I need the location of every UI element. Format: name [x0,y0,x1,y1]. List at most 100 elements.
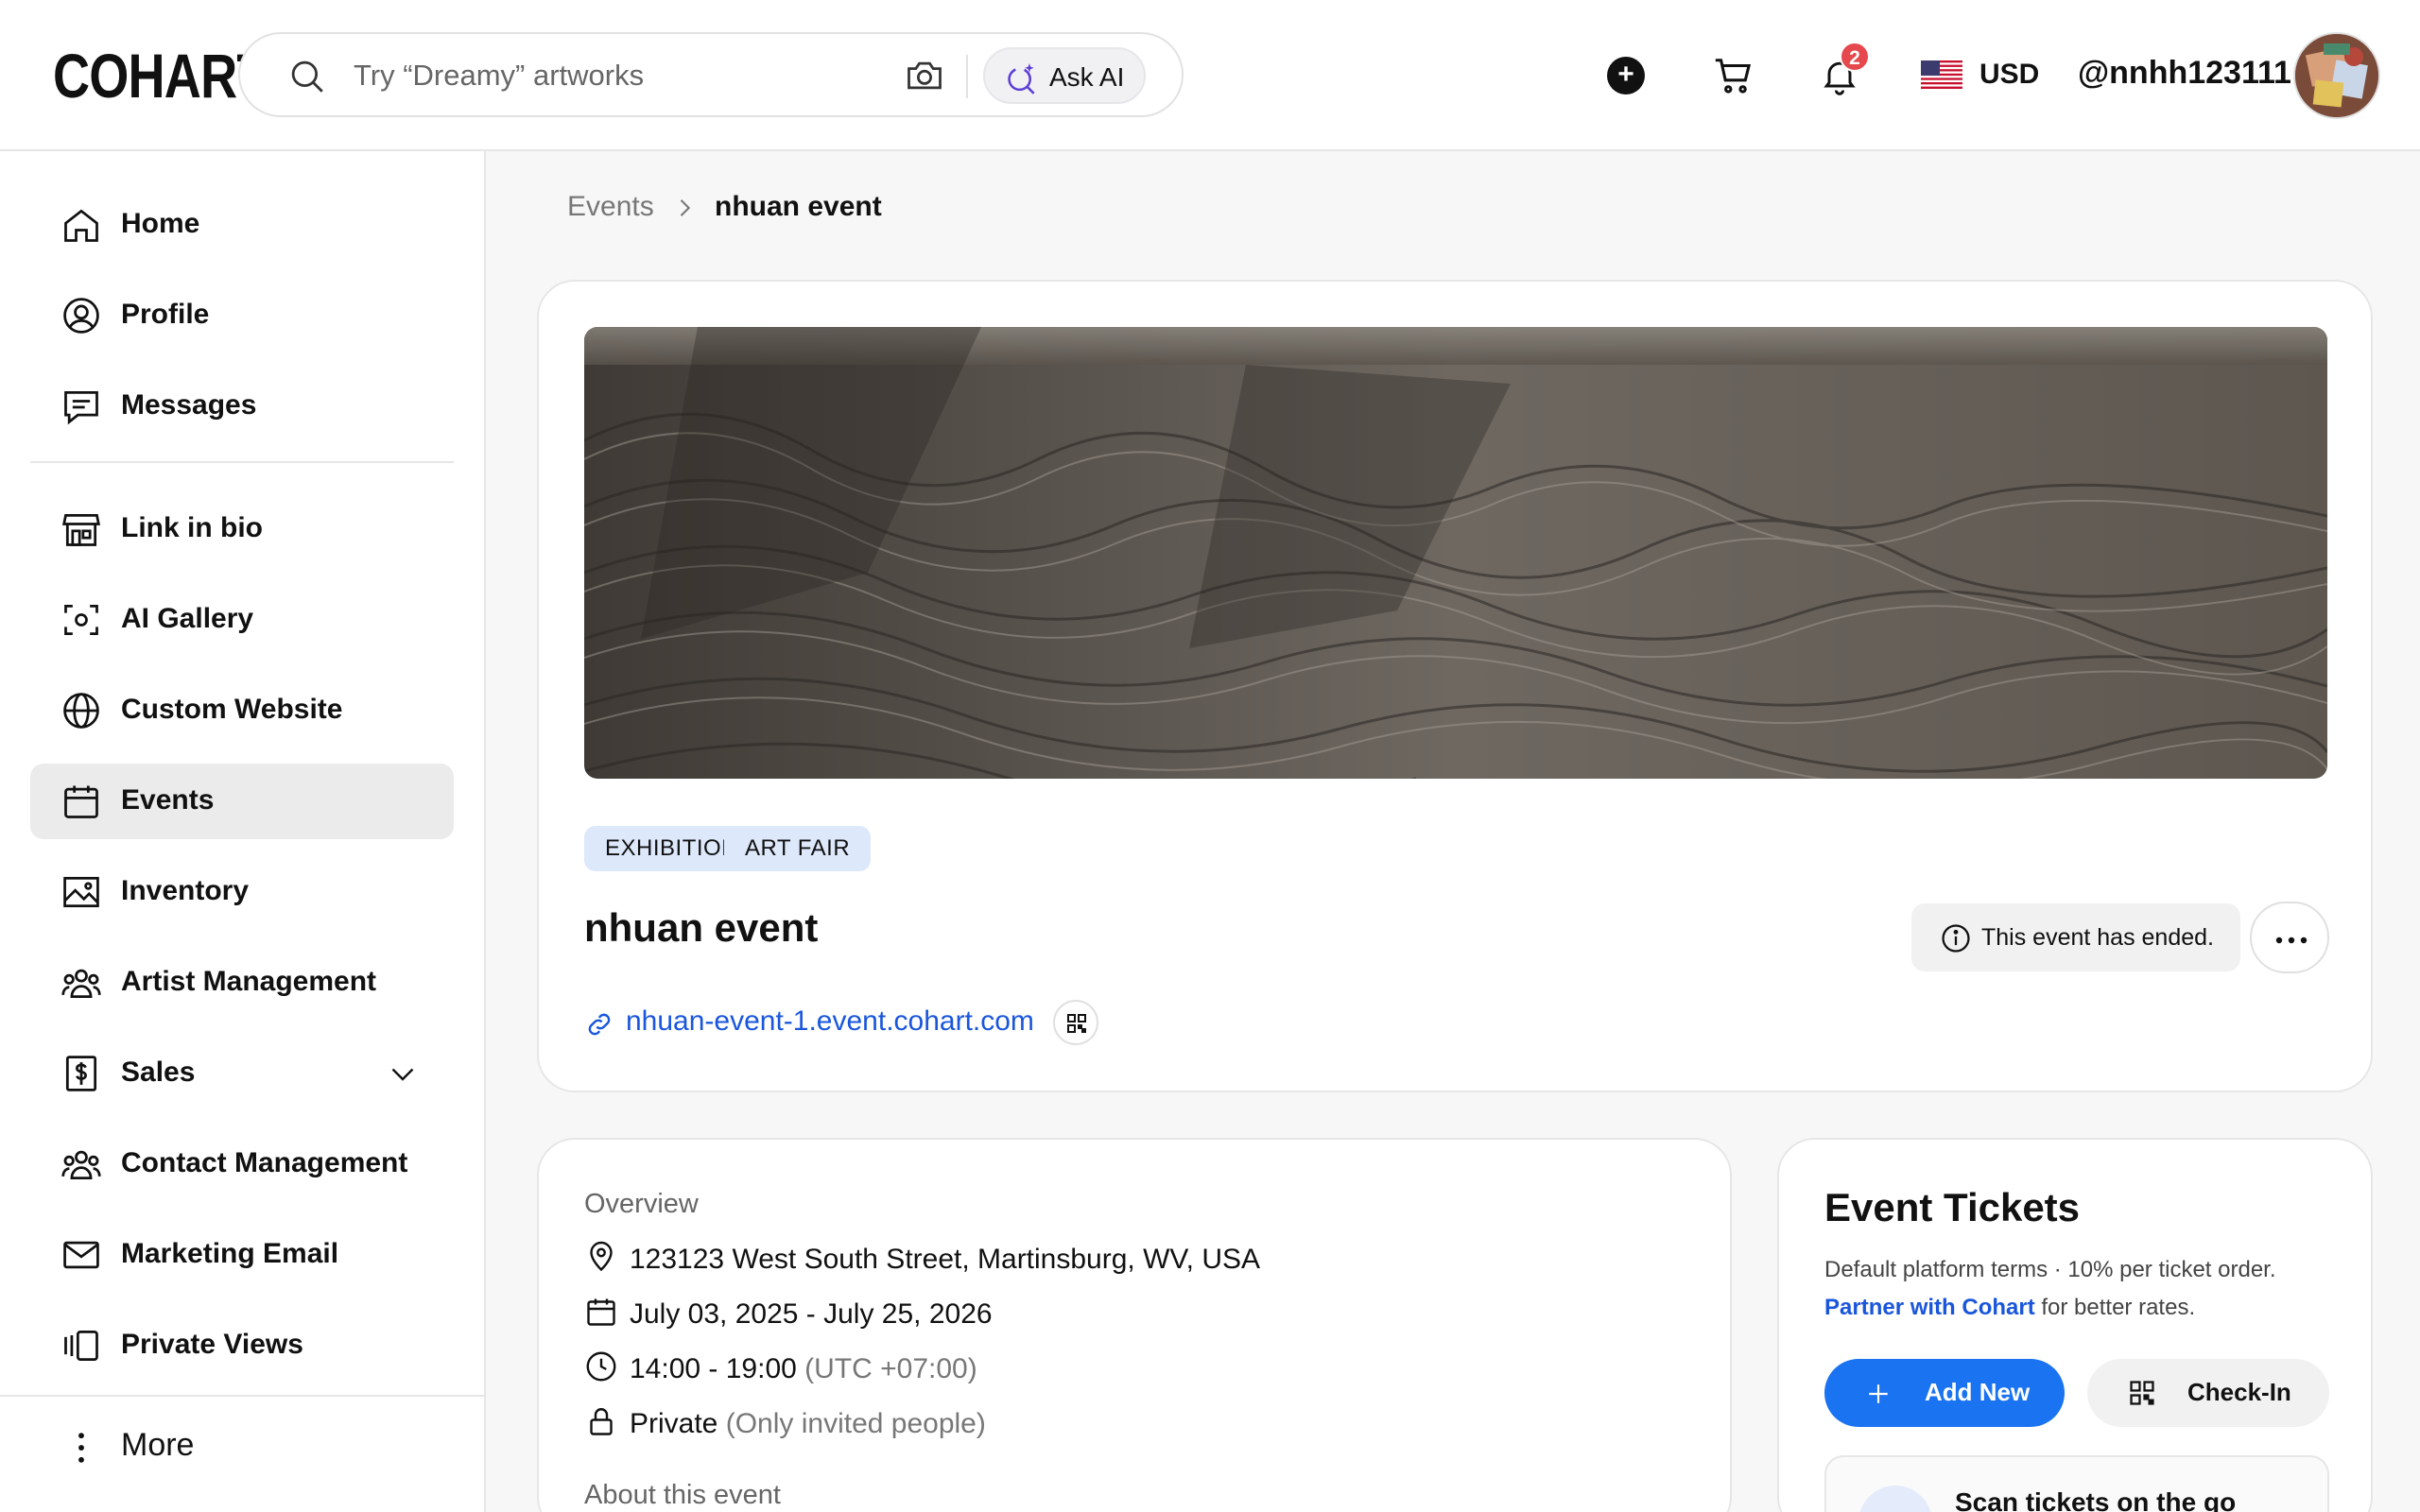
tickets-terms: Default platform terms · 10% per ticket … [1824,1257,2276,1282]
sidebar-item-label: Sales [121,1057,196,1088]
chevron-down-icon[interactable] [386,1057,420,1091]
overview-card: Overview 123123 West South Street, Marti… [537,1138,1732,1512]
location-pin-icon [584,1240,618,1274]
private-views-icon [60,1325,102,1366]
search-bar[interactable]: Try “Dreamy” artworks Ask AI [238,32,1184,117]
event-url-text: nhuan-event-1.event.cohart.com [626,1005,1034,1037]
sidebar-item-private-views[interactable]: Private Views [30,1308,454,1383]
check-in-label: Check-In [2187,1378,2291,1406]
link-icon [584,1009,614,1040]
sidebar-item-link-in-bio[interactable]: Link in bio [30,491,454,567]
sidebar-item-label: Messages [121,389,257,421]
event-visibility: Private (Only invited people) [630,1408,986,1440]
sidebar-item-label: Inventory [121,875,250,906]
ask-ai-button[interactable]: Ask AI [983,47,1146,104]
search-input[interactable]: Try “Dreamy” artworks [354,59,644,93]
sidebar-item-profile[interactable]: Profile [30,278,454,353]
sidebar-item-label: Home [121,208,200,239]
add-new-ticket-button[interactable]: Add New [1824,1359,2065,1427]
breadcrumb-events-link[interactable]: Events [567,191,654,223]
sidebar-divider [30,461,454,463]
sidebar-item-label: Events [121,784,215,816]
sidebar-item-label: Link in bio [121,512,263,543]
lock-icon [584,1404,618,1438]
scan-phone-icon [1858,1486,1932,1512]
qr-code-icon [1066,1013,1087,1034]
event-tickets-card: Event Tickets Default platform terms · 1… [1777,1138,2373,1512]
sidebar-item-label: Marketing Email [121,1238,339,1269]
storefront-icon [60,508,102,550]
top-header: COHART Try “Dreamy” artworks Ask AI + 2 … [0,0,2420,151]
event-dates: July 03, 2025 - July 25, 2026 [630,1298,993,1330]
users-icon [60,962,102,1004]
event-timezone: (UTC +07:00) [804,1353,977,1384]
sidebar-item-ai-gallery[interactable]: AI Gallery [30,582,454,658]
sidebar-item-custom-website[interactable]: Custom Website [30,673,454,748]
more-label: More [121,1427,195,1463]
scan-tickets-label: Scan tickets on the go [1955,1487,2237,1512]
home-icon [60,204,102,246]
check-in-button[interactable]: Check-In [2087,1359,2329,1427]
notification-count-badge: 2 [1840,42,1870,72]
ask-ai-label: Ask AI [1049,62,1125,92]
breadcrumb-current: nhuan event [715,191,882,222]
event-card: EXHIBITION ART FAIR nhuan event This eve… [537,280,2373,1092]
sidebar-item-label: AI Gallery [121,603,254,634]
clock-icon [584,1349,618,1383]
profile-icon [60,295,102,336]
more-options-button[interactable] [2250,902,2329,973]
sidebar-item-home[interactable]: Home [30,187,454,263]
cart-icon[interactable] [1711,55,1756,98]
sidebar-item-inventory[interactable]: Inventory [30,854,454,930]
visibility-note: (Only invited people) [725,1408,986,1439]
event-address: 123123 West South Street, Martinsburg, W… [630,1244,1261,1275]
ai-sparkle-icon [1004,60,1040,96]
chevron-right-icon [671,195,698,221]
currency-selector[interactable]: USD [1979,59,2039,91]
partner-rest-text: for better rates. [2034,1295,2196,1320]
sidebar-item-label: Custom Website [121,694,343,725]
sidebar-bottom-divider [0,1395,486,1397]
cohart-logo[interactable]: COHART [53,42,268,110]
sidebar-item-label: Contact Management [121,1147,408,1178]
tickets-partner-line: Partner with Cohart for better rates. [1824,1295,2195,1321]
add-new-label: Add New [1925,1378,2031,1406]
event-time-range: 14:00 - 19:00 [630,1353,797,1384]
messages-icon [60,386,102,427]
sidebar-item-messages[interactable]: Messages [30,369,454,444]
sidebar-item-artist-management[interactable]: Artist Management [30,945,454,1021]
qr-code-icon [2129,1380,2155,1406]
sidebar-item-label: Private Views [121,1329,303,1360]
mail-icon [60,1234,102,1276]
camera-icon[interactable] [904,55,945,96]
sidebar-item-contact-management[interactable]: Contact Management [30,1126,454,1202]
visibility-value: Private [630,1408,718,1439]
sidebar-item-label: Artist Management [121,966,377,997]
sidebar-item-marketing-email[interactable]: Marketing Email [30,1217,454,1293]
avatar[interactable] [2293,32,2380,119]
calendar-icon [584,1295,618,1329]
image-icon [60,871,102,913]
vertical-dots-icon [60,1427,102,1469]
qr-code-button[interactable] [1053,1000,1098,1045]
us-flag-icon[interactable] [1921,60,1962,89]
partner-with-cohart-link[interactable]: Partner with Cohart [1824,1295,2035,1320]
create-plus-button[interactable]: + [1607,57,1645,94]
tickets-title: Event Tickets [1824,1185,2081,1229]
calendar-icon [60,781,102,822]
event-status-text: This event has ended. [1981,924,2214,951]
sidebar-item-sales[interactable]: Sales [30,1036,454,1111]
scan-tickets-promo[interactable]: Scan tickets on the go [1824,1455,2329,1512]
dollar-icon [60,1053,102,1094]
scan-face-icon [60,599,102,641]
sidebar-item-events[interactable]: Events [30,764,454,839]
search-icon [287,57,327,96]
event-status-badge: This event has ended. [1911,903,2240,971]
about-heading: About this event [584,1480,781,1510]
event-time: 14:00 - 19:00 (UTC +07:00) [630,1353,977,1385]
plus-icon [1866,1382,1891,1406]
info-icon [1940,922,1972,954]
username-label[interactable]: @nnhh123111 [2078,55,2291,92]
horizontal-dots-icon [2274,936,2308,945]
sidebar-item-label: Profile [121,299,210,330]
